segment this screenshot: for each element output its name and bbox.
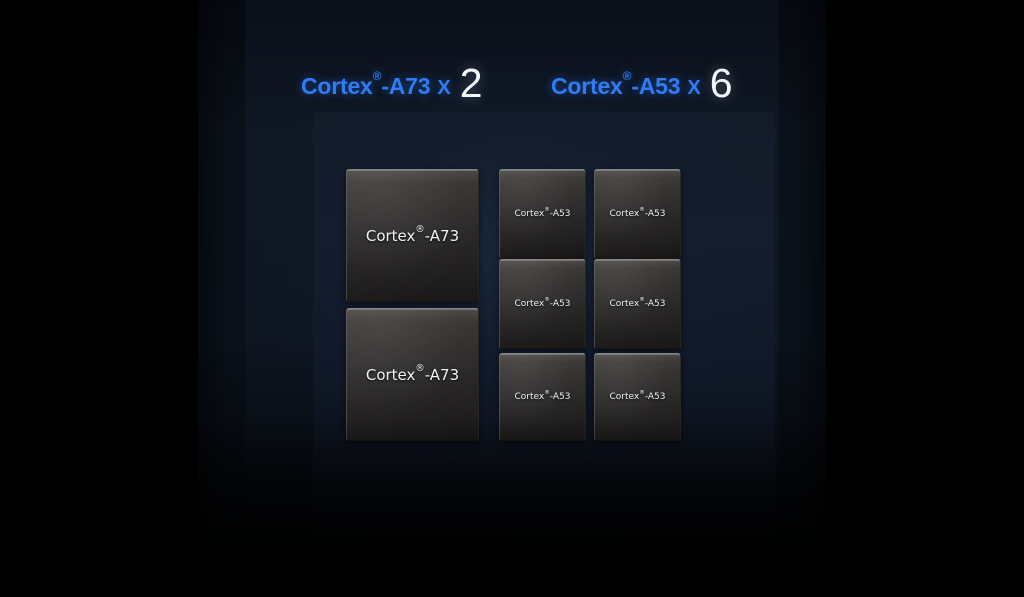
registered-mark-icon: ®	[639, 389, 645, 396]
core-tile-a53-4: Cortex®-A53	[594, 259, 681, 349]
core-label-suffix: -A53	[644, 209, 666, 219]
registered-mark-icon: ®	[544, 296, 550, 303]
core-label-suffix: -A53	[549, 299, 571, 309]
registered-mark-icon: ®	[544, 206, 550, 213]
core-label-suffix: -A53	[549, 392, 571, 402]
registered-mark-icon: ®	[639, 206, 645, 213]
core-tile-a53-6-label: Cortex®-A53	[609, 389, 666, 402]
core-label-name: Cortex	[609, 209, 640, 219]
core-tile-a53-6: Cortex®-A53	[594, 353, 681, 441]
core-tile-a53-4-label: Cortex®-A53	[609, 296, 666, 309]
core-label-name: Cortex	[365, 365, 416, 384]
core-tile-a53-5-label: Cortex®-A53	[514, 389, 571, 402]
core-label-name: Cortex	[365, 226, 416, 245]
core-label-name: Cortex	[514, 209, 545, 219]
core-tile-a73-1: Cortex®-A73	[346, 169, 479, 302]
core-tile-a53-3: Cortex®-A53	[499, 259, 586, 349]
core-label-name: Cortex	[514, 299, 545, 309]
core-tile-a53-2: Cortex®-A53	[594, 169, 681, 259]
core-label-name: Cortex	[514, 392, 545, 402]
core-label-suffix: -A73	[424, 226, 460, 245]
core-label-name: Cortex	[609, 392, 640, 402]
core-label-suffix: -A53	[644, 392, 666, 402]
registered-mark-icon: ®	[415, 224, 425, 236]
core-label-suffix: -A53	[549, 209, 571, 219]
core-tile-a53-5: Cortex®-A53	[499, 353, 586, 441]
core-label-suffix: -A53	[644, 299, 666, 309]
core-tile-a73-1-label: Cortex®-A73	[365, 224, 460, 245]
core-tile-a53-3-label: Cortex®-A53	[514, 296, 571, 309]
core-tile-a53-1-label: Cortex®-A53	[514, 206, 571, 219]
core-label-suffix: -A73	[424, 365, 460, 384]
cpu-architecture-diagram: Cortex®-A73 X 2 Cortex®-A53 X 6 Cortex®-…	[0, 0, 1024, 597]
core-tile-a53-2-label: Cortex®-A53	[609, 206, 666, 219]
core-tile-a53-1: Cortex®-A53	[499, 169, 586, 259]
registered-mark-icon: ®	[544, 389, 550, 396]
core-tile-a73-2-label: Cortex®-A73	[365, 363, 460, 384]
core-tile-a73-2: Cortex®-A73	[346, 308, 479, 441]
core-label-name: Cortex	[609, 299, 640, 309]
core-grid: Cortex®-A73 Cortex®-A73 Cortex®-A53 Cort…	[0, 0, 1024, 597]
registered-mark-icon: ®	[415, 363, 425, 375]
registered-mark-icon: ®	[639, 296, 645, 303]
